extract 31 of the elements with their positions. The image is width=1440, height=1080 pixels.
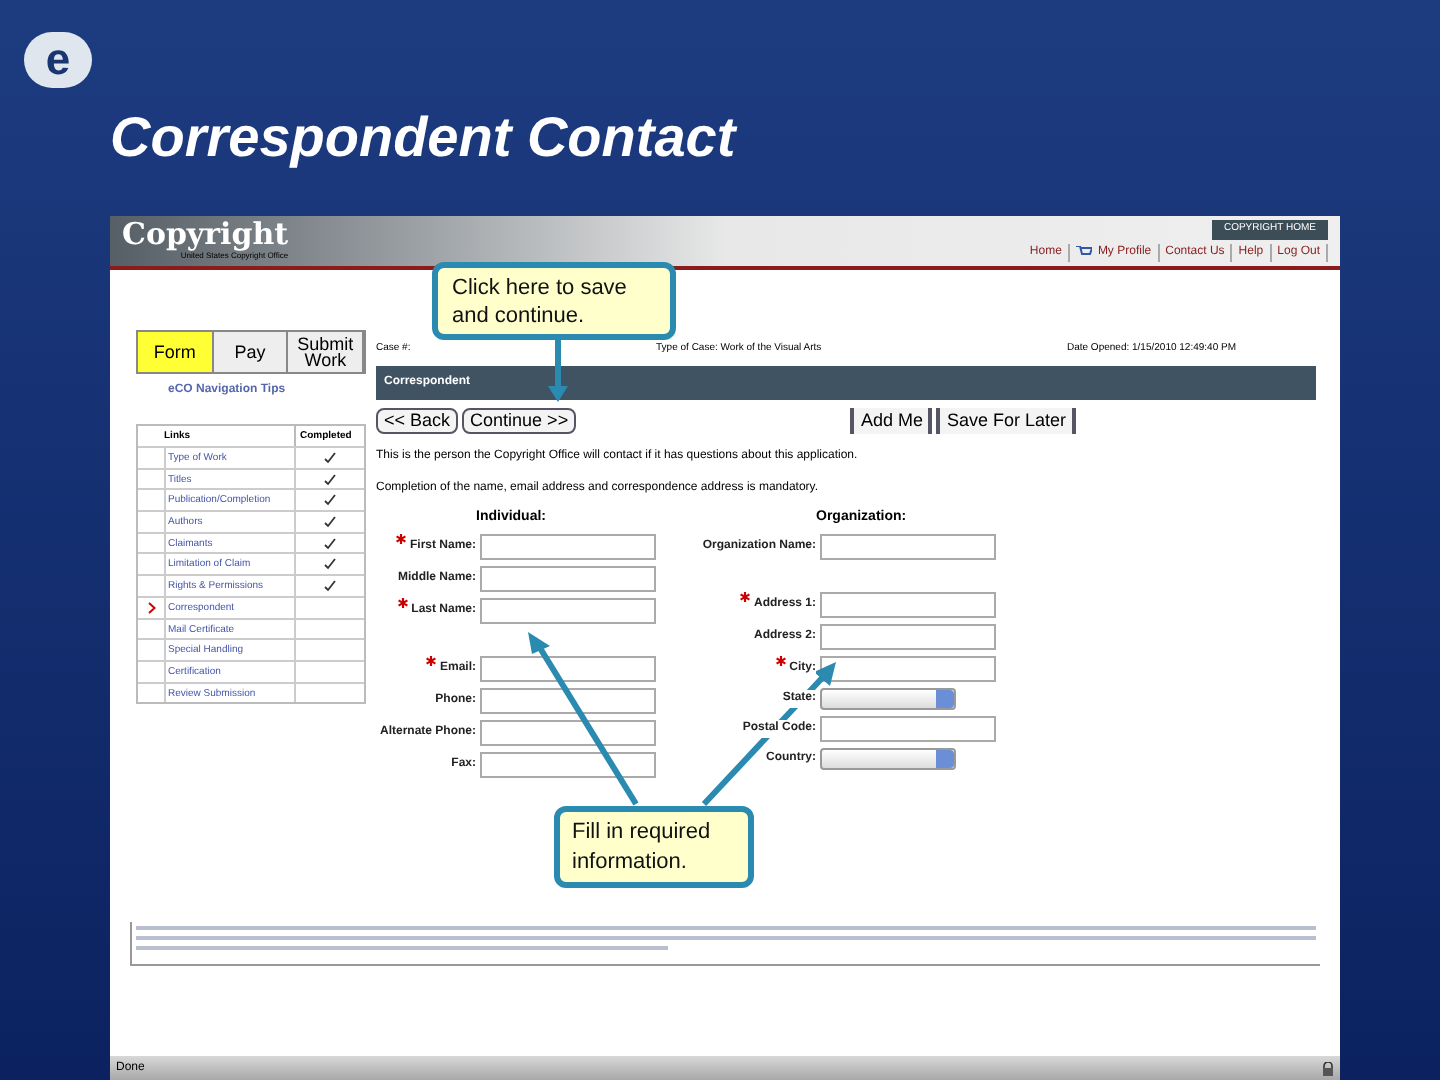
arrow (548, 340, 568, 402)
input-field[interactable] (480, 534, 656, 560)
input-field[interactable] (820, 592, 996, 618)
input-field[interactable] (480, 566, 656, 592)
action-button[interactable]: Add Me (850, 407, 933, 433)
input-field[interactable] (820, 716, 996, 742)
stage-tab[interactable]: Form (138, 332, 214, 372)
select-field[interactable] (820, 688, 956, 710)
input-field[interactable] (480, 720, 656, 746)
callout: Fill in required information. (554, 806, 754, 888)
input-field[interactable] (480, 656, 656, 682)
dropdown-icon (936, 690, 954, 708)
cart-icon[interactable] (1075, 246, 1092, 259)
nav-button[interactable]: Continue >> (462, 407, 577, 433)
input-field[interactable] (820, 534, 996, 560)
dropdown-icon (936, 750, 954, 768)
callout: Click here to save and continue. (432, 262, 676, 340)
input-field[interactable] (820, 624, 996, 650)
input-field[interactable] (480, 688, 656, 714)
stage-tab[interactable]: Pay (213, 332, 289, 372)
select-field[interactable] (820, 748, 956, 770)
input-field[interactable] (820, 656, 996, 682)
input-field[interactable] (480, 598, 656, 624)
slide-title: Correspondent Contact (108, 104, 739, 172)
input-field[interactable] (480, 752, 656, 778)
e-logo: e (24, 32, 92, 88)
stage-tab[interactable]: Submit Work (288, 332, 365, 372)
lock-icon (1322, 1061, 1334, 1075)
nav-button[interactable]: << Back (376, 407, 459, 433)
action-button[interactable]: Save For Later (936, 407, 1076, 433)
site-brand: Copyright (122, 220, 289, 250)
